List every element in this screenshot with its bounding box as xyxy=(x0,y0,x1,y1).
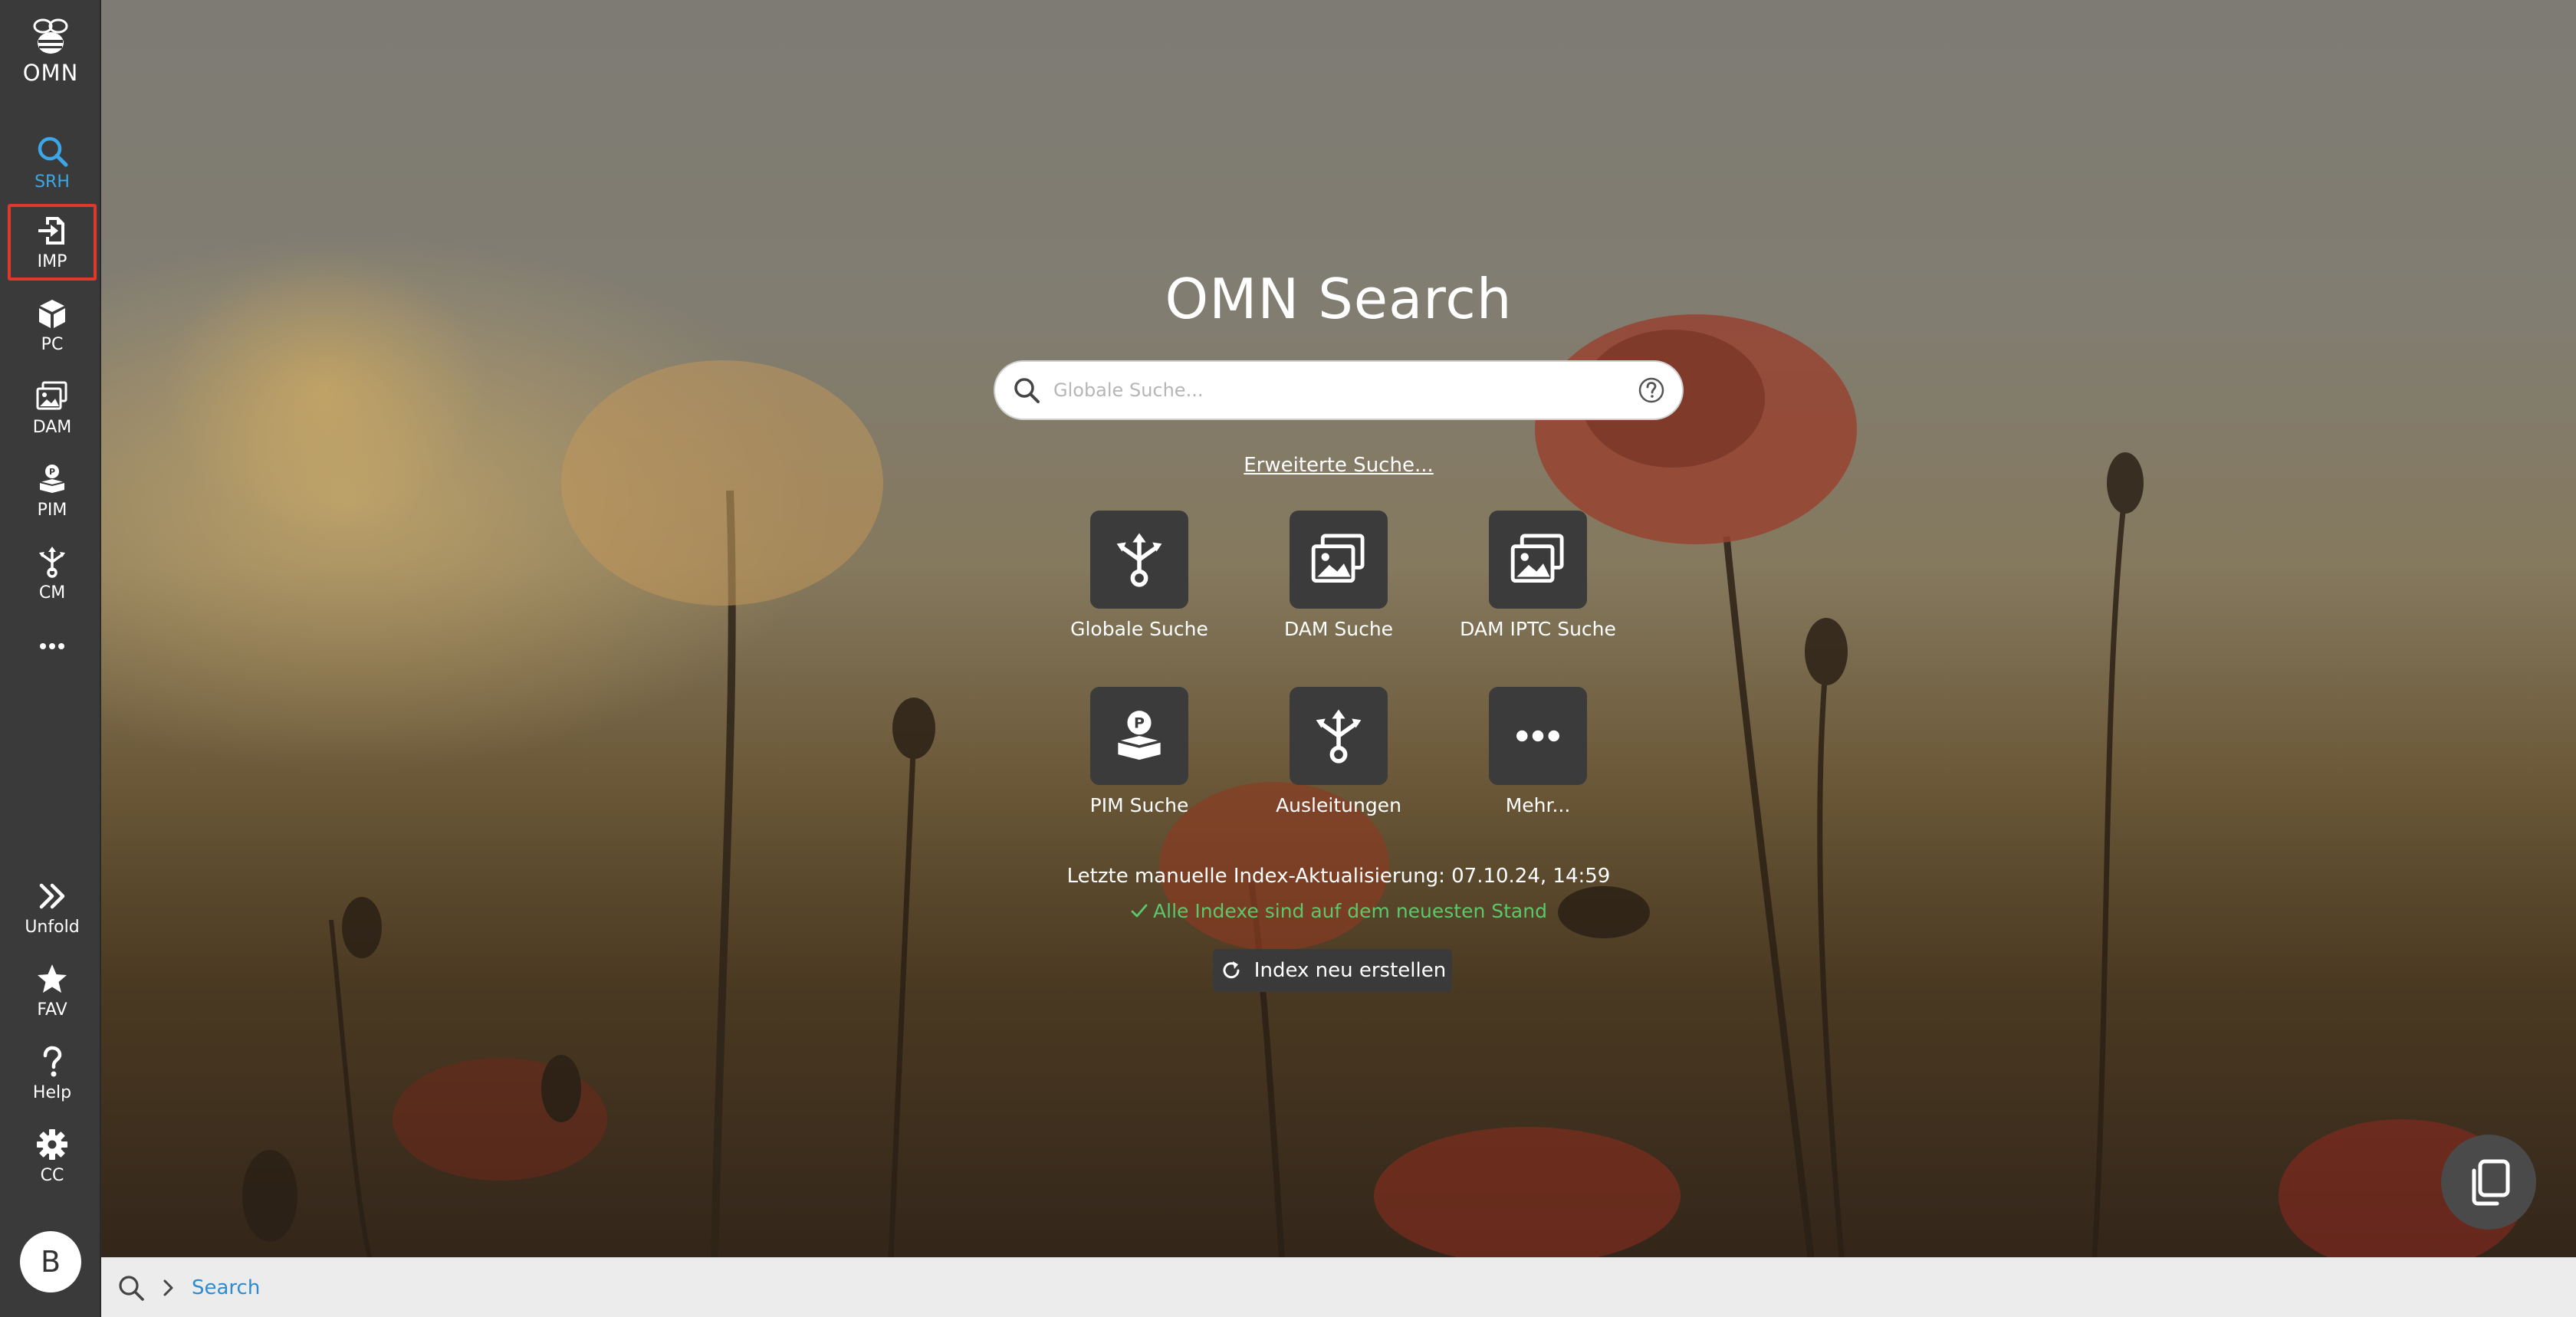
channel-icon xyxy=(1316,709,1362,764)
svg-text:P: P xyxy=(1134,715,1145,732)
double-chevron-right-icon xyxy=(39,883,65,908)
sidebar-item-help[interactable]: Help xyxy=(8,1035,97,1112)
advanced-search-link[interactable]: Erweiterte Suche... xyxy=(101,454,2576,477)
sidebar-item-label: Unfold xyxy=(25,917,80,937)
sidebar-item-pim[interactable]: P PIM xyxy=(8,452,97,529)
import-icon xyxy=(38,216,64,245)
search-icon[interactable] xyxy=(117,1273,146,1302)
search-icon xyxy=(1014,378,1040,403)
sidebar-item-label: PIM xyxy=(37,500,67,520)
tile-button[interactable]: P xyxy=(1090,687,1188,785)
question-icon xyxy=(43,1046,62,1076)
tile-button[interactable] xyxy=(1090,511,1188,609)
pim-icon: P xyxy=(39,464,65,493)
bee-icon xyxy=(33,18,68,54)
cube-icon xyxy=(39,299,65,328)
tile-button[interactable] xyxy=(1290,511,1388,609)
tile-label: Mehr... xyxy=(1505,794,1571,816)
tile-label: Ausleitungen xyxy=(1276,794,1401,816)
tile-button[interactable] xyxy=(1489,511,1587,609)
copy-button[interactable] xyxy=(2441,1135,2536,1230)
search-main: OMN Search Erweiterte Suche... G xyxy=(101,0,2576,1257)
sidebar-item-cc[interactable]: CC xyxy=(8,1118,97,1194)
logo-text: OMN xyxy=(22,60,79,86)
sidebar-item-label: FAV xyxy=(37,1000,67,1020)
index-status-text: Alle Indexe sind auf dem neuesten Stand xyxy=(1153,900,1547,922)
more-icon xyxy=(40,643,64,649)
global-search-input[interactable] xyxy=(1052,379,1638,402)
refresh-icon xyxy=(1223,961,1240,979)
tile-dam-iptc-search[interactable]: DAM IPTC Suche xyxy=(1438,511,1638,656)
sidebar-item-label: DAM xyxy=(32,417,72,437)
sidebar-item-label: CM xyxy=(38,583,66,603)
sidebar-item-label: SRH xyxy=(34,172,70,192)
tile-button[interactable] xyxy=(1489,687,1587,785)
tile-dam-search[interactable]: DAM Suche xyxy=(1239,511,1438,656)
pim-icon: P xyxy=(1117,711,1162,760)
sidebar-item-cm[interactable]: CM xyxy=(8,535,97,612)
sidebar-item-fav[interactable]: FAV xyxy=(8,952,97,1029)
sidebar-item-dam[interactable]: DAM xyxy=(8,369,97,446)
sidebar-item-srh[interactable]: SRH xyxy=(8,124,97,201)
global-search-box xyxy=(994,360,1684,420)
tile-more[interactable]: Mehr... xyxy=(1438,687,1638,833)
tile-pim-search[interactable]: P PIM Suche xyxy=(1040,687,1239,833)
star-icon xyxy=(38,964,67,993)
channel-icon xyxy=(1116,533,1162,587)
tile-ausleitungen[interactable]: Ausleitungen xyxy=(1239,687,1438,833)
more-icon xyxy=(1516,730,1559,742)
svg-text:P: P xyxy=(49,467,55,477)
search-icon xyxy=(38,136,68,166)
tile-label: DAM Suche xyxy=(1283,618,1394,640)
sidebar-item-label: PC xyxy=(41,334,64,354)
tile-label: PIM Suche xyxy=(1089,794,1189,816)
sidebar-item-pc[interactable]: PC xyxy=(8,287,97,363)
sidebar-item-label: IMP xyxy=(37,251,67,271)
tile-button[interactable] xyxy=(1290,687,1388,785)
channel-icon xyxy=(39,546,65,578)
breadcrumb: Search xyxy=(101,1257,2576,1317)
tile-label: Globale Suche xyxy=(1070,618,1208,640)
index-status: Alle Indexe sind auf dem neuesten Stand xyxy=(101,900,2576,922)
images-icon xyxy=(36,381,67,409)
chevron-right-icon xyxy=(163,1279,173,1296)
check-icon xyxy=(1131,904,1148,918)
rebuild-index-label: Index neu erstellen xyxy=(1254,959,1447,982)
user-avatar[interactable]: B xyxy=(20,1231,81,1292)
sidebar: OMN SRH IMP PC DAM P PIM CM Unfold FAV H… xyxy=(0,0,101,1317)
copy-icon xyxy=(2472,1159,2510,1206)
sidebar-item-unfold[interactable]: Unfold xyxy=(8,869,97,946)
breadcrumb-item-search[interactable]: Search xyxy=(192,1276,260,1299)
sidebar-item-label: CC xyxy=(40,1165,64,1185)
sidebar-item-imp[interactable]: IMP xyxy=(8,204,97,281)
rebuild-index-button[interactable]: Index neu erstellen xyxy=(1213,949,1452,992)
app-logo[interactable]: OMN xyxy=(0,15,101,92)
images-icon xyxy=(1311,534,1365,583)
tile-label: DAM IPTC Suche xyxy=(1460,618,1616,640)
images-icon xyxy=(1510,534,1564,583)
help-circle-icon[interactable] xyxy=(1638,376,1665,404)
page-title: OMN Search xyxy=(1165,267,1513,331)
tile-global-search[interactable]: Globale Suche xyxy=(1040,511,1239,656)
gear-icon xyxy=(37,1128,67,1160)
sidebar-item-more[interactable] xyxy=(8,619,97,673)
last-index-update: Letzte manuelle Index-Aktualisierung: 07… xyxy=(1066,865,1611,888)
sidebar-item-label: Help xyxy=(32,1082,72,1102)
